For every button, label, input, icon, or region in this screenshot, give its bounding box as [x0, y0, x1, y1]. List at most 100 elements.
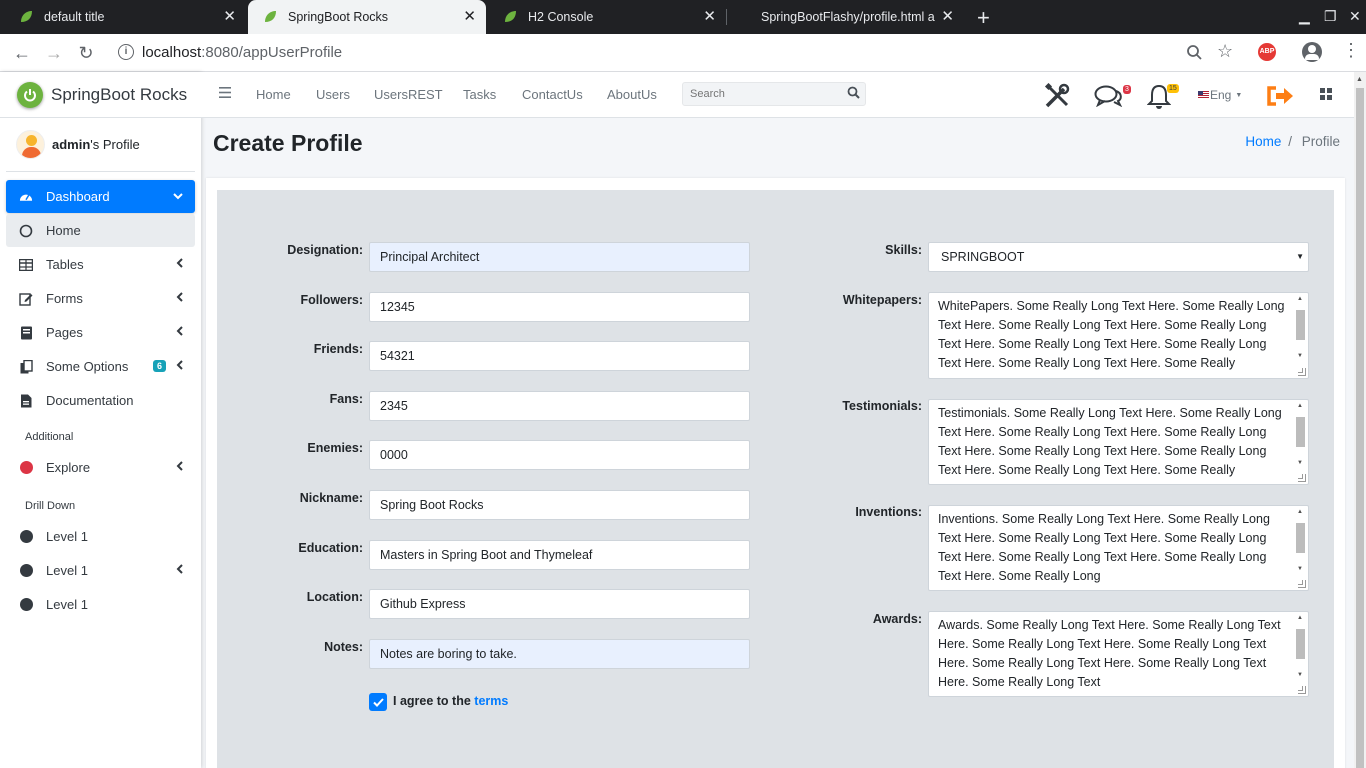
search-icon[interactable]: [847, 86, 860, 102]
breadcrumb-home-link[interactable]: Home: [1245, 134, 1281, 149]
adblock-icon[interactable]: ABP: [1258, 43, 1276, 61]
textarea-scrollbar[interactable]: ▲ ▼: [1296, 403, 1305, 471]
logout-icon[interactable]: [1266, 86, 1294, 109]
textarea-scrollbar[interactable]: ▲ ▼: [1296, 296, 1305, 364]
education-label: Education:: [298, 541, 363, 555]
awards-text: Awards. Some Really Long Text Here. Some…: [938, 618, 1281, 689]
close-tab-icon[interactable]: ✕: [941, 9, 954, 24]
fans-input[interactable]: 2345: [369, 391, 750, 421]
nav-link-users[interactable]: Users: [316, 87, 350, 102]
new-tab-icon[interactable]: +: [977, 5, 990, 31]
nickname-input[interactable]: Spring Boot Rocks: [369, 490, 750, 520]
site-info-icon[interactable]: i: [118, 44, 134, 60]
bell-icon[interactable]: 15: [1146, 84, 1179, 113]
sidebar-item-label: Pages: [46, 325, 83, 340]
location-row: Location:: [220, 590, 363, 620]
user-panel[interactable]: admin's Profile: [6, 118, 195, 172]
close-tab-icon[interactable]: ✕: [463, 9, 476, 24]
sidebar-item-level-1[interactable]: Level 1: [6, 520, 195, 553]
sidebar-item-documentation[interactable]: Documentation: [6, 384, 195, 417]
breadcrumb: Home / Profile: [1245, 134, 1340, 149]
whitepapers-textarea[interactable]: WhitePapers. Some Really Long Text Here.…: [928, 292, 1309, 379]
resize-grip-icon[interactable]: [1298, 686, 1306, 694]
nav-link-contactus[interactable]: ContactUs: [522, 87, 583, 102]
zoom-icon[interactable]: [1186, 44, 1203, 61]
location-input[interactable]: Github Express: [369, 589, 750, 619]
url-field[interactable]: localhost:8080/appUserProfile: [142, 44, 342, 61]
agree-checkbox[interactable]: [369, 693, 387, 711]
user-name: admin: [52, 137, 91, 152]
designation-input[interactable]: Principal Architect: [369, 242, 750, 272]
sidebar-item-level-1[interactable]: Level 1: [6, 588, 195, 621]
friends-row: Friends:: [220, 342, 363, 372]
close-tab-icon[interactable]: ✕: [703, 9, 716, 24]
chevron-left-icon: [176, 325, 183, 339]
nav-link-usersrest[interactable]: UsersREST: [374, 87, 443, 102]
inventions-textarea[interactable]: Inventions. Some Really Long Text Here. …: [928, 505, 1309, 591]
brand-link[interactable]: SpringBoot Rocks: [0, 72, 201, 118]
forward-icon[interactable]: →: [44, 43, 64, 64]
browser-tab-springboot-rocks[interactable]: SpringBoot Rocks ✕: [248, 0, 486, 34]
sidebar-item-home[interactable]: Home: [6, 214, 195, 247]
notes-input[interactable]: Notes are boring to take.: [369, 639, 750, 669]
resize-grip-icon[interactable]: [1298, 474, 1306, 482]
bookmark-star-icon[interactable]: ☆: [1217, 41, 1233, 62]
browser-tab-label: default title: [44, 10, 105, 24]
comments-icon[interactable]: 3: [1094, 85, 1131, 110]
sidebar-item-forms[interactable]: Forms: [6, 282, 195, 315]
browser-tab-github-profile[interactable]: SpringBootFlashy/profile.html a ✕: [728, 0, 964, 34]
account-icon[interactable]: [1302, 42, 1322, 62]
sidebar-item-label: Level 1: [46, 529, 88, 544]
notes-label: Notes:: [324, 640, 363, 654]
browser-tab-h2-console[interactable]: H2 Console ✕: [488, 0, 727, 34]
spring-leaf-icon: [265, 11, 276, 22]
back-icon[interactable]: ←: [12, 43, 32, 64]
search-input[interactable]: [683, 83, 833, 105]
resize-grip-icon[interactable]: [1298, 368, 1306, 376]
section-header-additional: Additional: [25, 431, 74, 443]
page-scrollbar[interactable]: ▲: [1354, 72, 1366, 768]
breadcrumb-current: Profile: [1301, 134, 1340, 149]
grid-apps-icon[interactable]: [1320, 88, 1332, 103]
scrollbar-thumb[interactable]: [1356, 88, 1364, 768]
skills-select[interactable]: SPRINGBOOT ▼: [928, 242, 1309, 272]
hamburger-menu-icon[interactable]: [219, 86, 231, 101]
testimonials-textarea[interactable]: Testimonials. Some Really Long Text Here…: [928, 399, 1309, 485]
sidebar-item-tables[interactable]: Tables: [6, 248, 195, 281]
close-tab-icon[interactable]: ✕: [223, 9, 236, 24]
whitepapers-row: Whitepapers:: [780, 293, 922, 323]
followers-input[interactable]: 12345: [369, 292, 750, 322]
followers-row: Followers:: [220, 293, 363, 323]
education-input[interactable]: Masters in Spring Boot and Thymeleaf: [369, 540, 750, 570]
sidebar-item-pages[interactable]: Pages: [6, 316, 195, 349]
resize-grip-icon[interactable]: [1298, 580, 1306, 588]
textarea-scrollbar[interactable]: ▲ ▼: [1296, 509, 1305, 577]
sidebar-item-explore[interactable]: Explore: [6, 451, 195, 484]
terms-link[interactable]: terms: [474, 694, 508, 708]
us-flag-icon: [1198, 91, 1209, 99]
browser-tab-default-title[interactable]: default title ✕: [4, 0, 246, 34]
minimize-icon[interactable]: ▁: [1299, 8, 1310, 25]
tools-icon[interactable]: [1044, 82, 1070, 112]
enemies-input[interactable]: 0000: [369, 440, 750, 470]
sidebar-item-label: Level 1: [46, 597, 88, 612]
sidebar-item-level-1[interactable]: Level 1: [6, 554, 195, 587]
notifications-badge: 15: [1167, 84, 1179, 93]
friends-input[interactable]: 54321: [369, 341, 750, 371]
textarea-scrollbar[interactable]: ▲ ▼: [1296, 615, 1305, 683]
close-window-icon[interactable]: ✕: [1349, 8, 1361, 25]
sidebar-item-dashboard[interactable]: Dashboard: [6, 180, 195, 213]
browser-tab-bar: default title ✕ SpringBoot Rocks ✕ H2 Co…: [0, 0, 1366, 34]
nav-link-home[interactable]: Home: [256, 87, 291, 102]
awards-textarea[interactable]: Awards. Some Really Long Text Here. Some…: [928, 611, 1309, 697]
page-title: Create Profile: [213, 130, 363, 156]
browser-menu-icon[interactable]: ⋮: [1342, 40, 1360, 61]
nav-link-tasks[interactable]: Tasks: [463, 87, 496, 102]
reload-icon[interactable]: ↻: [76, 43, 96, 64]
sidebar-item-label: Level 1: [46, 563, 88, 578]
nav-link-aboutus[interactable]: AboutUs: [607, 87, 657, 102]
sidebar-item-some-options[interactable]: Some Options 6: [6, 350, 195, 383]
maximize-icon[interactable]: ❐: [1324, 8, 1337, 25]
scroll-up-arrow-icon[interactable]: ▲: [1356, 76, 1363, 83]
language-dropdown[interactable]: Eng ▼: [1198, 88, 1242, 102]
